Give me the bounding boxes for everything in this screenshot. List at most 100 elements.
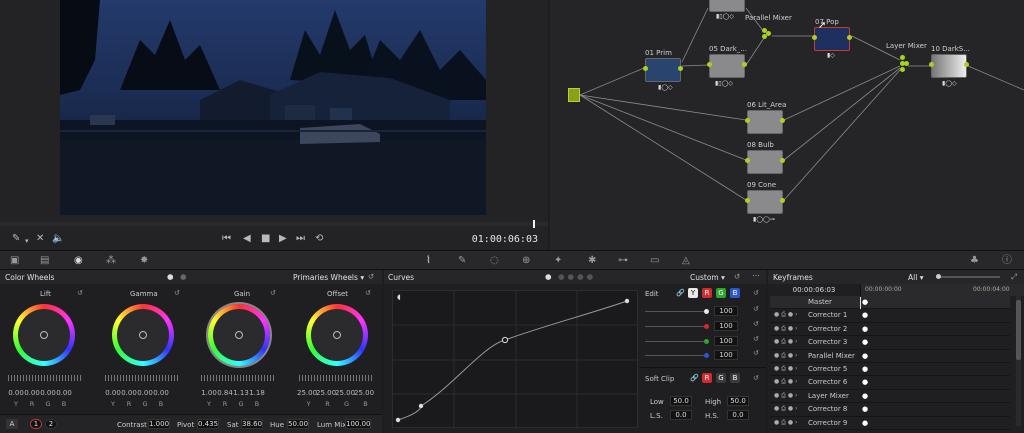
keyframe-row[interactable]: ● ⎙ ● › Corrector 8 ● [770, 403, 1010, 417]
pivot-field[interactable]: 0.435 [197, 419, 219, 429]
keyframe-filter-dropdown[interactable]: All ▾ [908, 273, 923, 282]
page-dots-icon[interactable]: ●●●● [558, 272, 596, 281]
track-controls-icon[interactable]: ● ⎙ ● › [774, 419, 797, 427]
rgb-mixer-icon[interactable]: ⁂ [106, 255, 116, 267]
keyframe-marker[interactable]: ● [862, 311, 868, 319]
track-controls-icon[interactable]: ● ⎙ ● › [774, 405, 797, 413]
keyframe-marker[interactable]: ● [862, 378, 868, 386]
keyframes-scrollbar[interactable] [1016, 296, 1021, 426]
keyframe-row[interactable]: ● ⎙ ● › Corrector 6 ● [770, 376, 1010, 390]
softclip-reset-icon[interactable]: ↺ [753, 374, 759, 382]
y-intensity-slider[interactable] [645, 309, 709, 314]
playhead[interactable] [533, 220, 535, 228]
low-field[interactable]: 50.0 [670, 396, 692, 406]
parallel-mixer-node[interactable] [762, 28, 771, 44]
page-dot-icon[interactable]: ● [180, 272, 187, 281]
b-intensity-slider[interactable] [645, 353, 709, 358]
r-intensity-field[interactable]: 100 [714, 321, 738, 331]
offset-wheel[interactable] [306, 304, 368, 366]
motion-effects-icon[interactable]: ✸ [140, 255, 148, 267]
lift-wheel[interactable] [13, 304, 75, 366]
expand-icon[interactable]: ⤢ [1011, 272, 1017, 282]
track-controls-icon[interactable]: ● ⎙ ● › [774, 311, 797, 319]
softclip-b-chip[interactable]: B [730, 373, 740, 383]
curve-point[interactable] [501, 336, 509, 344]
window-icon[interactable]: ◌ [490, 255, 499, 267]
channel-g-chip[interactable]: G [716, 288, 726, 298]
keyframe-row[interactable]: ● ⎙ ● › Corrector 5 ● [770, 363, 1010, 377]
page-dot-icon[interactable]: ● [545, 272, 552, 281]
keyframe-marker[interactable]: ● [862, 392, 868, 400]
qualifier-icon[interactable]: ✎ [458, 255, 466, 267]
node-09-cone[interactable] [745, 190, 785, 214]
layer-mixer-node[interactable] [900, 55, 909, 75]
softclip-g-chip[interactable]: G [716, 373, 726, 383]
curve-point[interactable] [418, 403, 424, 409]
g-intensity-slider[interactable] [645, 339, 709, 344]
close-icon[interactable]: ✕ [36, 233, 44, 245]
timeline-scrubber[interactable] [0, 220, 548, 228]
node-10-darks[interactable] [929, 54, 969, 78]
lum-mix-field[interactable]: 100.00 [345, 419, 371, 429]
y-reset-icon[interactable]: ↺ [753, 305, 759, 313]
keyframe-marker[interactable]: ● [862, 298, 868, 306]
keyframe-marker[interactable]: ● [862, 419, 868, 427]
keyframe-marker[interactable]: ● [862, 325, 868, 333]
page-dot-icon[interactable]: ● [167, 272, 174, 281]
skip-start-icon[interactable]: ⏮ [222, 233, 231, 245]
g-reset-icon[interactable]: ↺ [753, 335, 759, 343]
node-08-bulb[interactable] [745, 150, 785, 174]
sizing-icon[interactable]: ▭ [650, 255, 659, 267]
keyframe-marker[interactable]: ● [862, 352, 868, 360]
lift-values[interactable]: 0.000.000.000.00 [8, 389, 72, 397]
keyframe-row[interactable]: ● ⎙ ● › Corrector 3 ● [770, 336, 1010, 350]
blur-icon[interactable]: ✱ [588, 255, 596, 267]
track-controls-icon[interactable]: ● ⎙ ● › [774, 352, 797, 360]
keyframe-marker[interactable]: ● [862, 405, 868, 413]
lift-master-slider[interactable] [8, 375, 82, 381]
gain-values[interactable]: 1.000.841.131.18 [201, 389, 265, 397]
keyframe-row[interactable]: ● ⎙ ● › Corrector 9 ● [770, 417, 1010, 430]
curve-handle-icon[interactable]: ◖ [397, 293, 401, 301]
loop-icon[interactable]: ⟲ [315, 233, 323, 245]
reset-icon[interactable]: ↺ [734, 272, 740, 281]
chevron-down-icon[interactable]: ▾ [25, 235, 29, 247]
track-controls-icon[interactable]: ● ⎙ ● › [774, 365, 797, 373]
channel-b-chip[interactable]: B [730, 288, 740, 298]
color-wheels-tab-icon[interactable]: ◉ [74, 255, 83, 267]
camera-raw-icon[interactable]: ▣ [10, 255, 19, 267]
gain-wheel[interactable] [208, 304, 270, 366]
zoom-slider[interactable] [936, 274, 1000, 279]
r-reset-icon[interactable]: ↺ [753, 320, 759, 328]
track-controls-icon[interactable]: ● ⎙ ● › [774, 378, 797, 386]
key-icon[interactable]: ⊶ [618, 255, 628, 267]
sat-field[interactable]: 38.60 [241, 419, 263, 429]
link-icon[interactable]: 🔗 [690, 374, 699, 382]
keyframe-row[interactable]: ● ⎙ ● › Layer Mixer ● [770, 390, 1010, 404]
softclip-r-chip[interactable]: R [702, 373, 712, 383]
reset-icon[interactable]: ↺ [368, 272, 374, 281]
keyframe-row[interactable]: ● ⎙ ● › Parallel Mixer ● [770, 350, 1010, 363]
track-controls-icon[interactable]: ● ⎙ ● › [774, 392, 797, 400]
stop-icon[interactable]: ■ [261, 233, 270, 245]
track-controls-icon[interactable]: ● ⎙ ● › [774, 338, 797, 346]
eyedropper-icon[interactable]: ✎ [12, 233, 20, 245]
info-icon[interactable]: ⓘ [1002, 255, 1012, 267]
a-mode-button[interactable]: A [6, 419, 18, 429]
3d-icon[interactable]: ◬ [682, 255, 690, 267]
edit-reset-icon[interactable]: ↺ [753, 289, 759, 297]
ls-field[interactable]: 0.0 [670, 410, 692, 420]
gain-reset-icon[interactable]: ↺ [270, 289, 276, 297]
node-05-dark[interactable] [707, 54, 747, 78]
step-back-icon[interactable]: ◀ [243, 233, 251, 245]
lift-reset-icon[interactable]: ↺ [77, 289, 83, 297]
node-06-lit-area[interactable] [745, 110, 785, 134]
gain-master-slider[interactable] [201, 375, 275, 381]
keyframe-row-master[interactable]: Master ● [770, 296, 1010, 310]
curves-tab-icon[interactable]: ⌇ [426, 255, 431, 267]
curve-point[interactable] [395, 417, 401, 423]
offset-values[interactable]: 25.0025.0025.0025.00 [297, 389, 374, 397]
source-node[interactable] [568, 88, 580, 102]
g-intensity-field[interactable]: 100 [714, 336, 738, 346]
gain-wheel-handle[interactable] [235, 331, 243, 339]
